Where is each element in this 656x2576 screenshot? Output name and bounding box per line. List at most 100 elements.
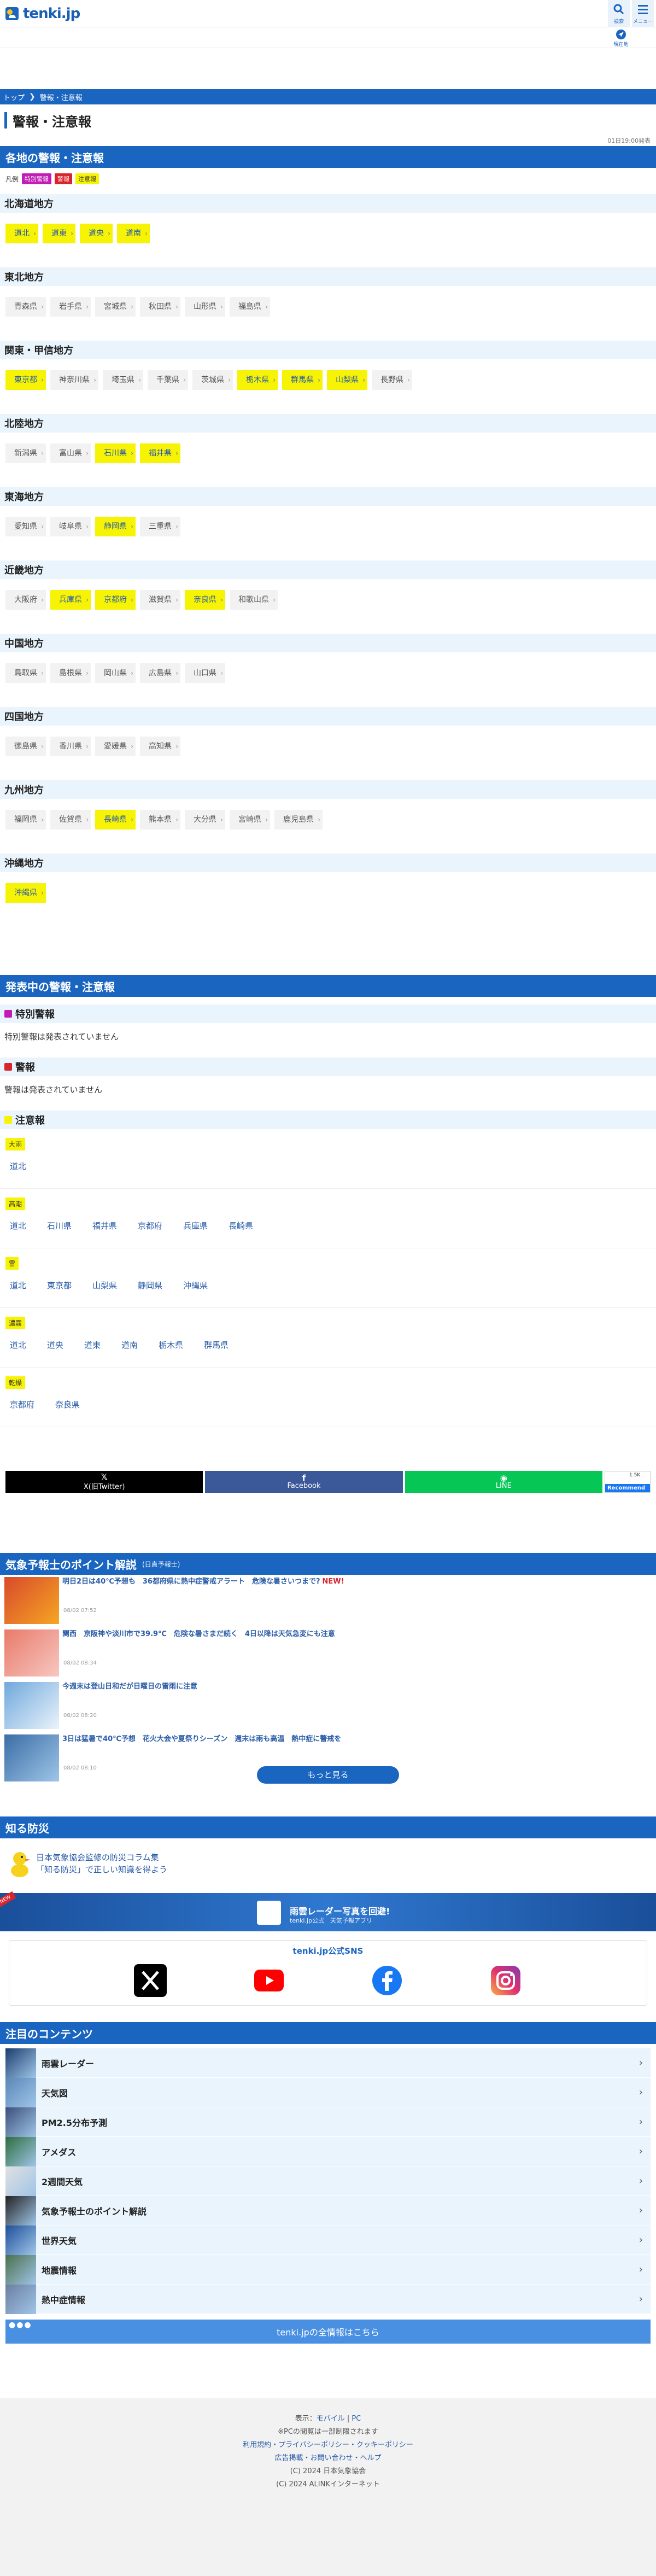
prefecture-link[interactable]: 宮崎県 [230,810,270,830]
recommend-button[interactable]: 1.5K Recommend [604,1471,651,1493]
advisory-area-link[interactable]: 福井県 [92,1220,117,1231]
facebook-icon[interactable] [371,1964,403,1997]
prefecture-link[interactable]: 鳥取県 [5,663,46,683]
prefecture-link[interactable]: 新潟県 [5,443,46,463]
article-item[interactable]: 明日2日は40℃予想も 36都府県に熱中症警戒アラート 危険な暑さいつまで? NE… [0,1575,656,1627]
prefecture-link[interactable]: 愛知県 [5,517,46,536]
advisory-area-link[interactable]: 道東 [84,1339,101,1351]
advisory-area-link[interactable]: 群馬県 [204,1339,229,1351]
featured-item[interactable]: 気象予報士のポイント解説 › [5,2195,651,2225]
prefecture-link[interactable]: 岩手県 [50,297,91,317]
share-facebook-button[interactable]: f Facebook [205,1471,403,1493]
featured-item[interactable]: 雨雲レーダー › [5,2048,651,2078]
advisory-area-link[interactable]: 京都府 [138,1220,162,1231]
prefecture-link[interactable]: 滋賀県 [140,590,180,610]
prefecture-link[interactable]: 道北 [5,224,38,243]
advisory-area-link[interactable]: 長崎県 [229,1220,253,1231]
prefecture-link[interactable]: 道東 [43,224,75,243]
x-icon[interactable] [134,1964,167,1997]
prefecture-link[interactable]: 和歌山県 [230,590,278,610]
prefecture-link[interactable]: 京都府 [95,590,136,610]
pc-link[interactable]: PC [352,2415,361,2423]
featured-item[interactable]: 地震情報 › [5,2254,651,2285]
prefecture-link[interactable]: 福島県 [230,297,270,317]
mobile-link[interactable]: モバイル [317,2415,345,2423]
youtube-icon[interactable] [253,1964,285,1997]
prefecture-link[interactable]: 高知県 [140,737,180,756]
prefecture-link[interactable]: 東京都 [5,370,46,390]
prefecture-link[interactable]: 栃木県 [237,370,278,390]
prefecture-link[interactable]: 大阪府 [5,590,46,610]
prefecture-link[interactable]: 三重県 [140,517,180,536]
featured-item[interactable]: 世界天気 › [5,2225,651,2255]
prefecture-link[interactable]: 沖縄県 [5,883,46,903]
all-info-button[interactable]: ●●● tenki.jpの全情報はこちら [5,2320,651,2344]
advisory-area-link[interactable]: 京都府 [10,1399,34,1410]
advisory-area-link[interactable]: 石川県 [47,1220,72,1231]
prefecture-link[interactable]: 福井県 [140,443,180,463]
advisory-area-link[interactable]: 道北 [10,1220,26,1231]
advisory-area-link[interactable]: 栃木県 [159,1339,183,1351]
prefecture-link[interactable]: 静岡県 [95,517,136,536]
prefecture-link[interactable]: 山形県 [185,297,225,317]
advisory-area-link[interactable]: 静岡県 [138,1280,162,1291]
prefecture-link[interactable]: 岡山県 [95,663,136,683]
prefecture-link[interactable]: 神奈川県 [50,370,98,390]
instagram-icon[interactable] [489,1964,522,1997]
featured-item[interactable]: PM2.5分布予測 › [5,2107,651,2137]
more-button[interactable]: もっと見る [257,1766,399,1784]
featured-item[interactable]: 2週間天気 › [5,2166,651,2196]
featured-item[interactable]: アメダス › [5,2136,651,2166]
prefecture-link[interactable]: 長崎県 [95,810,136,830]
prefecture-link[interactable]: 徳島県 [5,737,46,756]
advisory-area-link[interactable]: 沖縄県 [183,1280,208,1291]
prefecture-link[interactable]: 群馬県 [282,370,323,390]
logo[interactable]: tenki.jp [4,5,80,22]
prefecture-link[interactable]: 青森県 [5,297,46,317]
prefecture-link[interactable]: 道南 [117,224,150,243]
article-item[interactable]: 関西 京阪神や淡川市で39.9℃ 危険な暑さまだ続く 4日以降は天気急変にも注意… [0,1627,656,1680]
prefecture-link[interactable]: 島根県 [50,663,91,683]
search-button[interactable]: 検索 [608,0,630,27]
menu-button[interactable]: メニュー [632,0,654,27]
prefecture-link[interactable]: 愛媛県 [95,737,136,756]
prefecture-link[interactable]: 福岡県 [5,810,46,830]
prefecture-link[interactable]: 奈良県 [185,590,225,610]
advisory-area-link[interactable]: 奈良県 [55,1399,80,1410]
prefecture-link[interactable]: 大分県 [185,810,225,830]
prefecture-link[interactable]: 埼玉県 [103,370,143,390]
prefecture-link[interactable]: 岐阜県 [50,517,91,536]
featured-item[interactable]: 熱中症情報 › [5,2284,651,2314]
advisory-area-link[interactable]: 山梨県 [92,1280,117,1291]
prefecture-link[interactable]: 広島県 [140,663,180,683]
article-item[interactable]: 今週末は登山日和だが日曜日の雷雨に注意 08/02 08:20 [0,1680,656,1732]
prefecture-link[interactable]: 宮城県 [95,297,136,317]
prefecture-link[interactable]: 茨城県 [192,370,233,390]
current-location-button[interactable]: 現在地 [610,27,632,48]
prefecture-link[interactable]: 千葉県 [148,370,188,390]
prefecture-link[interactable]: 鹿児島県 [274,810,323,830]
advisory-area-link[interactable]: 道北 [10,1280,26,1291]
prefecture-link[interactable]: 道央 [80,224,113,243]
share-line-button[interactable]: ◉ LINE [405,1471,602,1493]
featured-item[interactable]: 天気図 › [5,2077,651,2107]
share-x-button[interactable]: 𝕏 X(旧Twitter) [5,1471,203,1493]
prefecture-link[interactable]: 香川県 [50,737,91,756]
prefecture-link[interactable]: 秋田県 [140,297,180,317]
ads-link[interactable]: 広告掲載・お問い合わせ・ヘルプ [274,2454,381,2462]
prefecture-link[interactable]: 山口県 [185,663,225,683]
prefecture-link[interactable]: 長野県 [372,370,412,390]
advisory-area-link[interactable]: 東京都 [47,1280,72,1291]
policy-link[interactable]: 利用規約・プライバシーポリシー・クッキーポリシー [243,2441,413,2449]
advisory-area-link[interactable]: 兵庫県 [183,1220,208,1231]
prefecture-link[interactable]: 山梨県 [327,370,367,390]
prefecture-link[interactable]: 熊本県 [140,810,180,830]
app-banner[interactable]: NEW 雨雲レーダー写真を回避! tenki.jp公式 天気予報アプリ [0,1891,656,1931]
advisory-area-link[interactable]: 道央 [47,1339,63,1351]
advisory-area-link[interactable]: 道南 [121,1339,138,1351]
advisory-area-link[interactable]: 道北 [10,1160,26,1172]
prefecture-link[interactable]: 富山県 [50,443,91,463]
prefecture-link[interactable]: 石川県 [95,443,136,463]
breadcrumb-top[interactable]: トップ [3,92,25,102]
shiru-link[interactable]: 日本気象協会監修の防災コラム集 「知る防災」で正しい知識を得よう [0,1838,656,1889]
